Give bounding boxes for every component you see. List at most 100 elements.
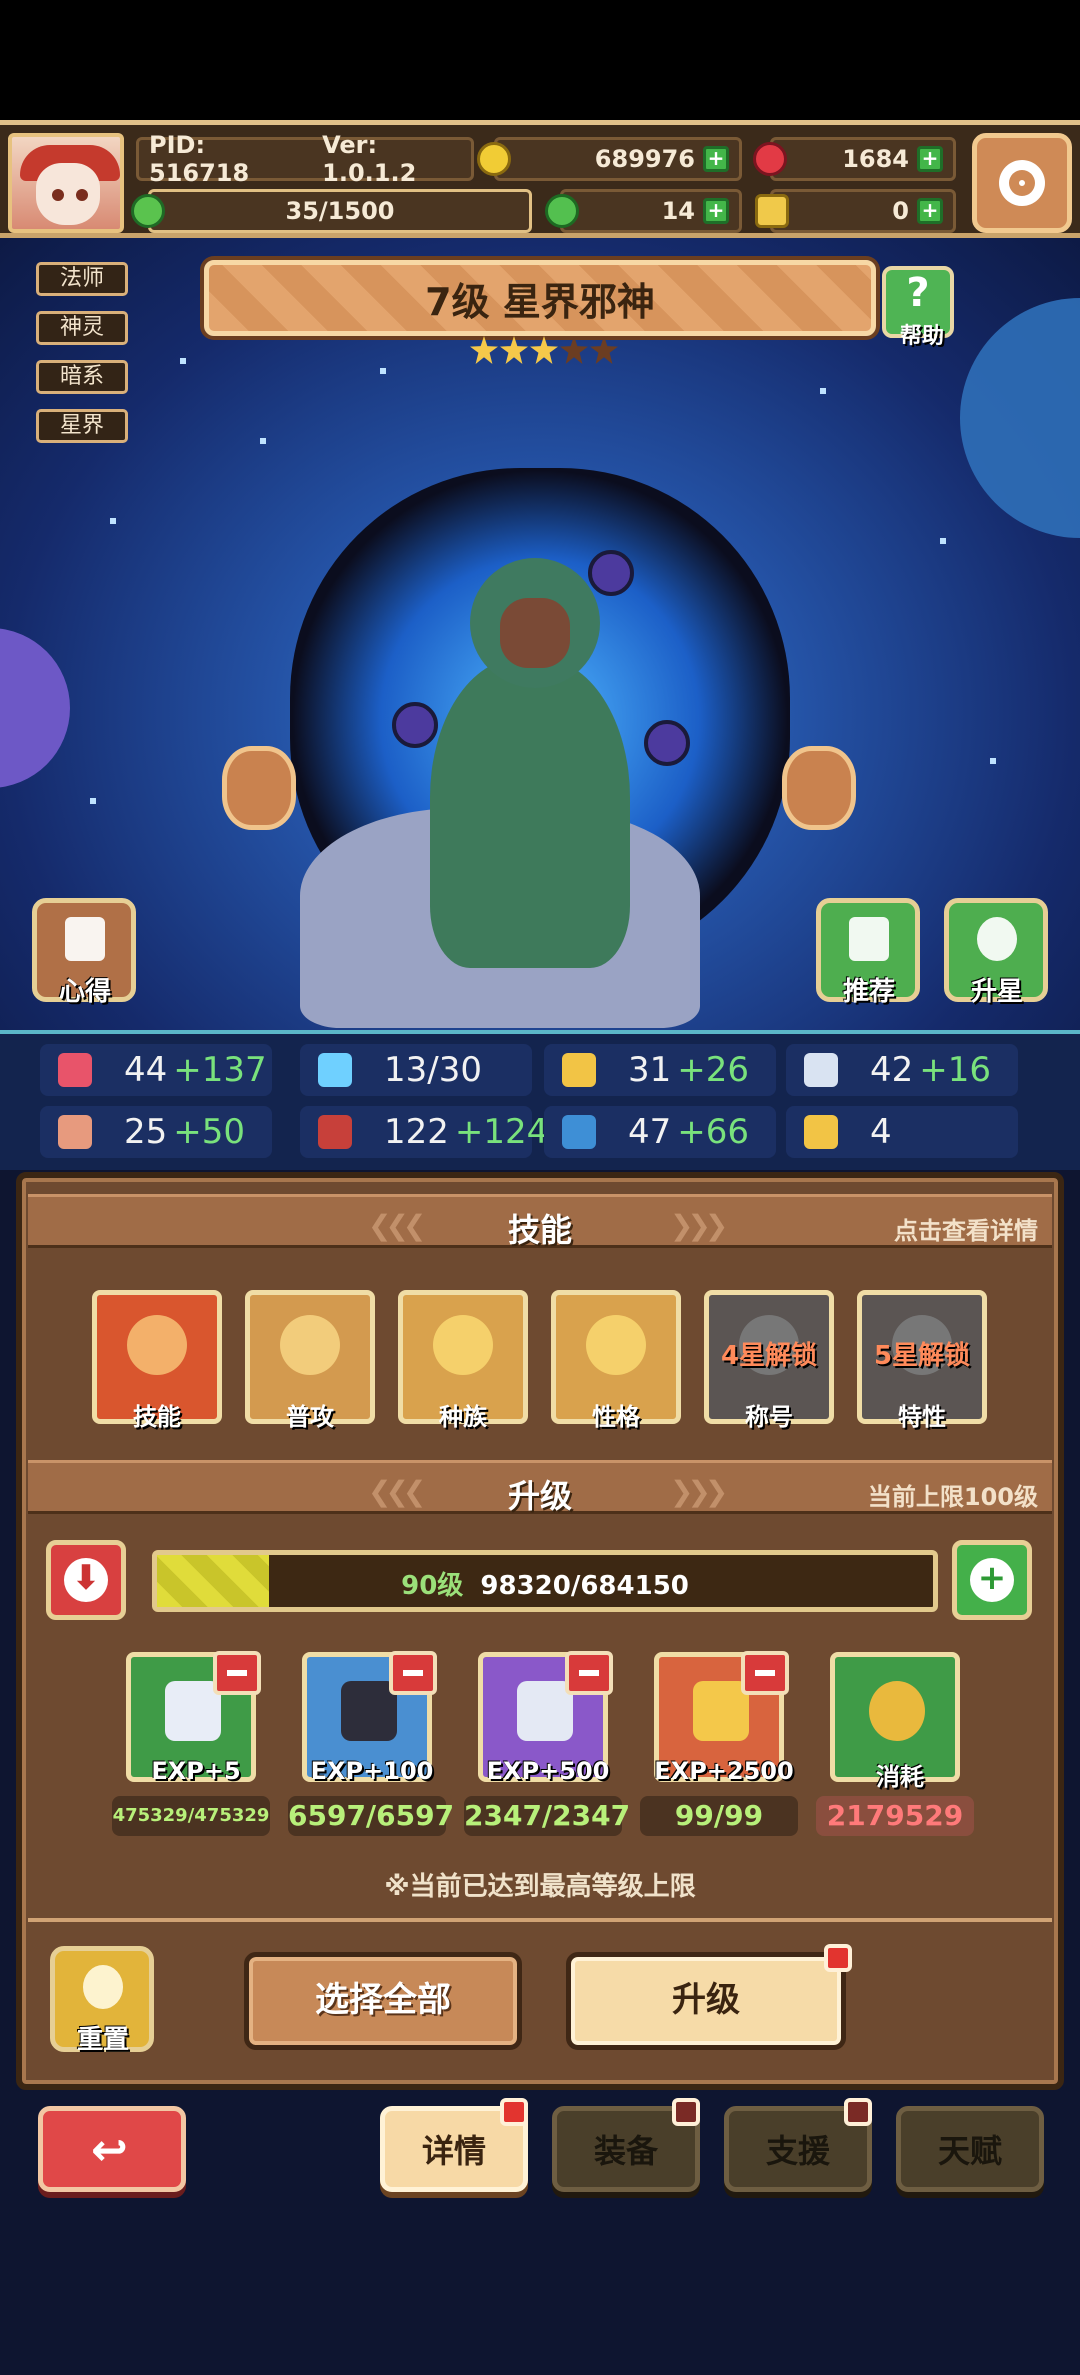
- recommend-button[interactable]: 推荐: [816, 898, 920, 1007]
- tag-realm: 星界: [36, 409, 128, 443]
- skills-section-header: ❮❮❮ 技能 ❯❯❯ 点击查看详情: [28, 1194, 1052, 1249]
- stat-base: 47: [628, 1112, 672, 1152]
- refresh-icon: [83, 1965, 123, 2009]
- exp-item-100[interactable]: EXP+100: [302, 1651, 437, 1785]
- gold-coin-icon: [869, 1681, 925, 1741]
- stamina-text: 35/1500: [285, 197, 395, 225]
- add-clover-button[interactable]: +: [703, 198, 729, 224]
- remove-item-button[interactable]: [213, 1651, 261, 1695]
- hero-character-face: [500, 598, 570, 668]
- item-label: EXP+100: [310, 1757, 434, 1785]
- pid-text: PID: 516718: [149, 131, 250, 187]
- reset-button[interactable]: 重置: [50, 1946, 154, 2055]
- item-count: 2179529: [816, 1796, 974, 1836]
- skill-art-icon: [127, 1315, 187, 1375]
- tag-race: 神灵: [36, 311, 128, 345]
- hero-title: 7级 星界邪神: [425, 279, 655, 324]
- item-count: 99/99: [640, 1796, 798, 1836]
- stat-base: 44: [124, 1050, 168, 1090]
- item-label: EXP+500: [486, 1757, 610, 1785]
- remove-item-button[interactable]: [565, 1651, 613, 1695]
- stat-bonus: +16: [919, 1050, 992, 1090]
- add-level-button[interactable]: +: [952, 1540, 1032, 1620]
- star-empty-icon: [590, 336, 618, 364]
- tab-talent[interactable]: 天赋: [896, 2106, 1044, 2192]
- red-gem-icon: [753, 142, 787, 176]
- normal-attack-button[interactable]: 普攻: [245, 1290, 375, 1431]
- key-bar: 0 +: [755, 189, 956, 233]
- clover-icon: [545, 194, 579, 228]
- hero-detail-panel: ❮❮❮ 技能 ❯❯❯ 点击查看详情 技能 普攻 种族 性格 4星解锁 称号 5星解锁 特性 ❮…: [16, 1172, 1064, 2090]
- purple-orb-icon: [644, 720, 690, 766]
- stat-bonus: +50: [173, 1112, 246, 1152]
- remove-item-button[interactable]: [741, 1651, 789, 1695]
- unlock-requirement: 5星解锁: [873, 1341, 971, 1371]
- reset-label: 重置: [76, 2025, 129, 2055]
- item-count: 6597/6597: [288, 1796, 454, 1836]
- star-empty-icon: [560, 336, 588, 364]
- skill-label: 普攻: [286, 1403, 334, 1431]
- exp-progress-bar: 90级 98320/684150: [152, 1550, 938, 1612]
- unlock-requirement: 4星解锁: [720, 1341, 818, 1371]
- player-avatar[interactable]: [8, 133, 124, 233]
- hero-character-body[interactable]: [430, 658, 630, 968]
- item-count: 475329/475329: [112, 1796, 270, 1836]
- max-level-note: ※当前已达到最高等级上限: [384, 1872, 696, 1902]
- stat-base: 25: [124, 1112, 168, 1152]
- race-button[interactable]: 种族: [398, 1290, 528, 1431]
- exp-item-500[interactable]: EXP+500: [478, 1651, 613, 1785]
- star-up-label: 升星: [970, 977, 1023, 1007]
- version-text: Ver: 1.0.1.2: [322, 131, 417, 187]
- skills-hint[interactable]: 点击查看详情: [894, 1211, 1038, 1246]
- recommend-label: 推荐: [842, 977, 895, 1007]
- skill-art-icon: [280, 1315, 340, 1375]
- plus-icon: +: [970, 1558, 1014, 1602]
- heart-icon: [58, 1053, 92, 1087]
- exp-item-5[interactable]: EXP+5: [126, 1651, 261, 1785]
- add-gem-button[interactable]: +: [917, 146, 943, 172]
- book-icon: [318, 1115, 352, 1149]
- key-amount: 0: [892, 197, 909, 225]
- star-filled-icon: [500, 336, 528, 364]
- drop-icon: [318, 1053, 352, 1087]
- down-arrow-icon: ⬇: [64, 1558, 108, 1602]
- add-key-button[interactable]: +: [917, 198, 943, 224]
- personality-button[interactable]: 性格: [551, 1290, 681, 1431]
- current-level: 90级: [401, 1571, 464, 1601]
- stamina-bar: 35/1500: [131, 189, 532, 233]
- level-cap-hint: 当前上限100级: [867, 1483, 1038, 1511]
- shield-icon: [562, 1053, 596, 1087]
- exp-item-2500[interactable]: EXP+2500: [654, 1651, 794, 1785]
- upgrade-button[interactable]: 升级: [566, 1952, 846, 2050]
- skill-button[interactable]: 技能: [92, 1290, 222, 1431]
- item-label: 消耗: [876, 1763, 924, 1791]
- clover-bar: 14 +: [545, 189, 742, 233]
- hero-tags: 法师 神灵 暗系 星界: [36, 262, 128, 458]
- title-button[interactable]: 4星解锁 称号: [704, 1290, 834, 1431]
- star-filled-icon: [530, 336, 558, 364]
- skill-label: 种族: [439, 1403, 487, 1431]
- help-button[interactable]: ? 帮助: [882, 266, 954, 349]
- exp-progress-text: 90级 98320/684150: [157, 1565, 933, 1602]
- add-gold-button[interactable]: +: [703, 146, 729, 172]
- hero-scene: 法师 神灵 暗系 星界 7级 星界邪神 ? 帮助 心得 推荐 升星: [0, 238, 1080, 1030]
- back-button[interactable]: ↩: [38, 2106, 186, 2192]
- item-label: EXP+5: [151, 1757, 241, 1785]
- gem-bar: 1684 +: [753, 137, 956, 181]
- remove-item-button[interactable]: [389, 1651, 437, 1695]
- stat-bonus: +124: [454, 1112, 549, 1152]
- thumbs-up-icon: [849, 917, 889, 961]
- wing-icon: [804, 1053, 838, 1087]
- skill-label: 技能: [133, 1403, 181, 1431]
- trait-button[interactable]: 5星解锁 特性: [857, 1290, 987, 1431]
- downgrade-button[interactable]: ⬇: [46, 1540, 126, 1620]
- gold-coin-icon: [477, 142, 511, 176]
- stat-wing: 42 +16: [786, 1044, 1018, 1096]
- settings-button[interactable]: [972, 133, 1072, 233]
- select-all-button[interactable]: 选择全部: [244, 1952, 522, 2050]
- hero-title-banner: 7级 星界邪神: [204, 260, 876, 336]
- notes-button[interactable]: 心得: [32, 898, 136, 1007]
- upgrade-section-header: ❮❮❮ 升级 ❯❯❯ 当前上限100级: [28, 1460, 1052, 1515]
- gold-cost-item[interactable]: 消耗: [830, 1652, 960, 1791]
- star-up-button[interactable]: 升星: [944, 898, 1048, 1007]
